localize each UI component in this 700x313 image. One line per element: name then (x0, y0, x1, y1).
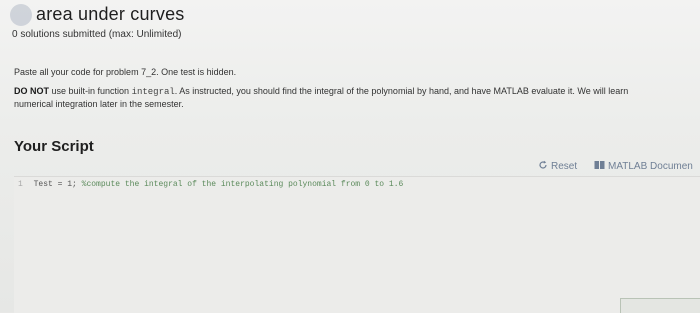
instruction-line-3: numerical integration later in the semes… (14, 99, 184, 109)
instruction-text-b: . As instructed, you should find the int… (174, 86, 629, 96)
reset-icon (538, 160, 548, 173)
code-comment: %compute the integral of the interpolati… (81, 180, 404, 189)
book-icon (594, 160, 605, 173)
instruction-text-a: use built-in function (51, 86, 130, 96)
problem-page: area under curves 0 solutions submitted … (0, 0, 700, 313)
code-editor[interactable]: 1 Test = 1; %compute the integral of the… (14, 176, 700, 313)
reset-label: Reset (551, 161, 578, 172)
docs-label: MATLAB Documen (608, 161, 693, 172)
matlab-documentation-link[interactable]: MATLAB Documen (594, 160, 693, 173)
do-not-emphasis: DO NOT (14, 86, 49, 96)
your-script-heading: Your Script (14, 138, 94, 155)
status-icon (10, 4, 32, 26)
line-number: 1 (18, 180, 23, 189)
code-statement: Test = 1; (33, 180, 77, 189)
instruction-line-2: DO NOT use built-in function integral. A… (14, 86, 628, 97)
code-line-1: 1 Test = 1; %compute the integral of the… (18, 180, 403, 189)
reset-button[interactable]: Reset (538, 160, 577, 173)
problem-title: area under curves (36, 4, 185, 24)
integral-code: integral (131, 87, 175, 97)
problem-header: area under curves 0 solutions submitted … (0, 0, 700, 48)
submit-button-partial[interactable] (620, 298, 700, 313)
submission-count: 0 solutions submitted (max: Unlimited) (12, 29, 182, 40)
instruction-line-1: Paste all your code for problem 7_2. One… (14, 67, 237, 77)
